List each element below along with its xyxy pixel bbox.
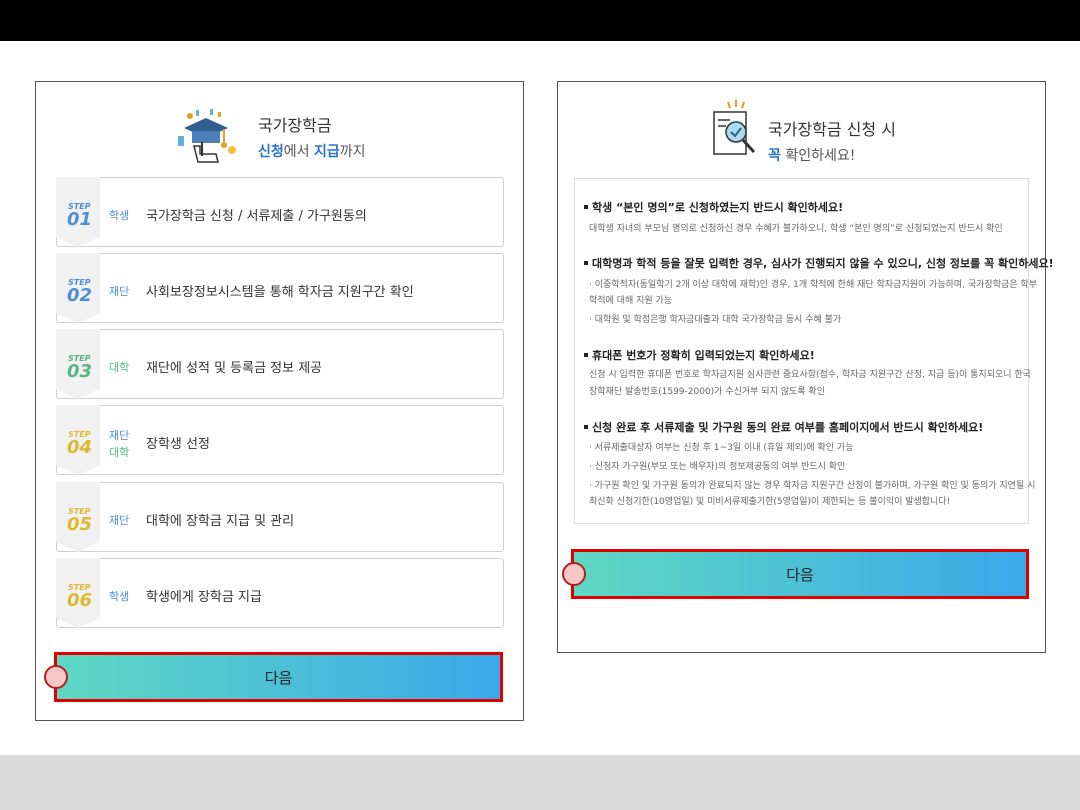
step-number: 04 [67, 437, 93, 458]
step-card-03: STEP 03 대학 재단에 성적 및 등록금 정보 제공 [56, 329, 504, 399]
title-line2: 신청에서 지급까지 [258, 144, 366, 160]
document-magnifier-icon [713, 100, 756, 155]
step-description: 국가장학금 신청 / 서류제출 / 가구원동의 [146, 209, 367, 224]
notice-line: 신청 시 입력한 휴대폰 번호로 학자금지원 심사관련 중요사항(접수, 학자금… [589, 370, 1031, 380]
step-description: 사회보장정보시스템을 통해 학자금 지원구간 확인 [146, 285, 414, 300]
step-card-01: STEP 01 학생 국가장학금 신청 / 서류제출 / 가구원동의 [56, 177, 504, 247]
notice-line: · 이중학적자(동일학기 2개 이상 대학에 재학)인 경우, 1개 학적에 한… [589, 280, 1037, 290]
notice-heading: 대학명과 학적 등을 잘못 입력한 경우, 심사가 진행되지 않을 수 있으니,… [584, 255, 1054, 271]
step-description: 재단에 성적 및 등록금 정보 제공 [146, 361, 323, 376]
right-panel-title: 국가장학금 신청 시 꼭 확인하세요! [768, 116, 896, 165]
application-notice-panel: 국가장학금 신청 시 꼭 확인하세요! 학생 “본인 명의”로 신청하였는지 반… [557, 81, 1054, 653]
notice-line: 학적에 대해 지원 가능 [589, 296, 673, 306]
notice-line: 최신화 신청기한(10영업일) 및 미비서류제출기한(5영업일)이 제한되는 등… [589, 497, 951, 507]
notice-line: · 서류제출대상자 여부는 신청 후 1~3일 이내 (휴일 제외)에 확인 가… [589, 443, 854, 453]
notice-heading: 신청 완료 후 서류제출 및 가구원 동의 완료 여부를 홈페이지에서 반드시 … [584, 419, 983, 435]
notice-heading: 학생 “본인 명의”로 신청하였는지 반드시 확인하세요! [584, 199, 843, 215]
step-actor: 재단 [109, 514, 130, 527]
step-card-06: STEP 06 학생 학생에게 장학금 지급 [56, 558, 504, 628]
scholarship-process-panel: 국가장학금 신청에서 지급까지 STEP 01 학생 국가장학금 신청 / 서류… [35, 81, 524, 721]
step-number: 03 [67, 361, 93, 382]
step-number: 06 [67, 590, 93, 611]
notice-line: · 가구원 확인 및 가구원 동의가 완료되지 않는 경우 학자금 지원구간 산… [589, 481, 1036, 491]
next-button[interactable]: 다음 [571, 549, 1029, 599]
top-black-bar [0, 0, 1080, 41]
step-actor: 대학 [109, 361, 130, 374]
step-description: 장학생 선정 [146, 437, 210, 452]
step-actor: 재단 대학 [109, 429, 130, 459]
step-actor: 학생 [109, 590, 130, 603]
title-line1: 국가장학금 [258, 116, 332, 135]
notice-line: · 신청자 가구원(부모 또는 배우자)의 정보제공동의 여부 반드시 확인 [589, 462, 846, 472]
bottom-gray-bar [0, 755, 1080, 810]
notice-box: 학생 “본인 명의”로 신청하였는지 반드시 확인하세요! 대학생 자녀의 부모… [574, 178, 1054, 524]
title-line1: 국가장학금 신청 시 [768, 120, 896, 139]
notice-heading: 휴대폰 번호가 정확히 입력되었는지 확인하세요! [584, 347, 815, 363]
title-line2: 꼭 확인하세요! [768, 148, 856, 164]
step-actor: 학생 [109, 209, 130, 222]
step-number: 02 [67, 285, 93, 306]
step-card-02: STEP 02 재단 사회보장정보시스템을 통해 학자금 지원구간 확인 [56, 253, 504, 323]
click-marker-circle [562, 562, 586, 586]
left-panel-title: 국가장학금 신청에서 지급까지 [258, 112, 366, 161]
step-card-04: STEP 04 재단 대학 장학생 선정 [56, 405, 504, 475]
scholarship-hand-cap-icon [178, 109, 236, 163]
step-number: 01 [67, 209, 93, 230]
step-description: 학생에게 장학금 지급 [146, 590, 262, 605]
next-button[interactable]: 다음 [54, 652, 503, 702]
step-actor: 재단 [109, 285, 130, 298]
step-card-05: STEP 05 재단 대학에 장학금 지급 및 관리 [56, 482, 504, 552]
step-description: 대학에 장학금 지급 및 관리 [146, 514, 295, 529]
notice-line: · 대학원 및 학점은행 학자금대출과 대학 국가장학금 동시 수혜 불가 [589, 315, 842, 325]
notice-line: 대학생 자녀의 부모님 명의로 신청하신 경우 수혜가 불가하오니, 학생 “본… [589, 224, 1003, 234]
step-number: 05 [67, 514, 93, 535]
click-marker-circle [44, 665, 68, 689]
notice-line: 장학재단 발송번호(1599-2000)가 수신거부 되지 않도록 확인 [589, 387, 825, 397]
